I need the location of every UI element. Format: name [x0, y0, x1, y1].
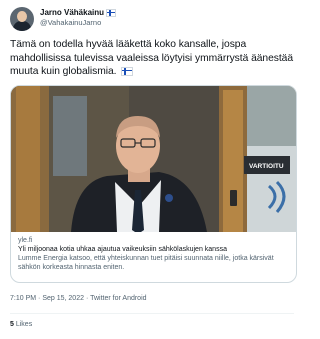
card-title[interactable]: Yli miljoonaa kotia uhkaa ajautua vaikeu…: [18, 245, 290, 254]
avatar[interactable]: [10, 7, 34, 31]
card-photo: VARTIOITU: [11, 86, 296, 232]
tweet-header: Jarno Vähäkainu @VahakainuJarno: [10, 7, 294, 33]
tweet-client[interactable]: Twitter for Android: [90, 295, 146, 302]
card-image-sign-text: VARTIOITU: [249, 163, 284, 170]
author-display-name-row[interactable]: Jarno Vähäkainu: [40, 7, 117, 18]
avatar-body-shape: [13, 21, 31, 31]
meta-separator: ·: [85, 295, 89, 302]
likes-stat[interactable]: 5 Likes: [10, 321, 32, 328]
card-text: yle.fi Yli miljoonaa kotia uhkaa ajautua…: [18, 236, 290, 272]
author-display-name[interactable]: Jarno Vähäkainu: [40, 8, 104, 17]
likes-count: 5: [10, 321, 14, 328]
finland-flag-icon: [121, 66, 134, 76]
card-image[interactable]: VARTIOITU: [11, 86, 296, 232]
card-description: Lumme Energia katsoo, että yhteiskunnan …: [18, 255, 274, 271]
tweet-date[interactable]: Sep 15, 2022: [42, 295, 84, 302]
divider: [10, 313, 294, 314]
tweet-time[interactable]: 7:10 PM: [10, 295, 36, 302]
meta-separator: ·: [38, 295, 41, 302]
avatar-head-shape: [17, 11, 27, 22]
tweet-body: Tämä on todella hyvää lääkettä koko kans…: [10, 39, 294, 77]
author-names: Jarno Vähäkainu @VahakainuJarno: [40, 7, 117, 28]
finland-flag-icon: [106, 8, 117, 17]
author-handle[interactable]: @VahakainuJarno: [40, 18, 116, 28]
link-card[interactable]: VARTIOITU yle.fi Yli miljoonaa kotia uhk…: [10, 85, 297, 283]
tweet-text: Tämä on todella hyvää lääkettä koko kans…: [10, 38, 296, 79]
card-domain: yle.fi: [18, 237, 33, 244]
likes-label: Likes: [15, 321, 33, 328]
tweet-meta: 7:10 PM · Sep 15, 2022 · Twitter for And…: [10, 295, 147, 302]
